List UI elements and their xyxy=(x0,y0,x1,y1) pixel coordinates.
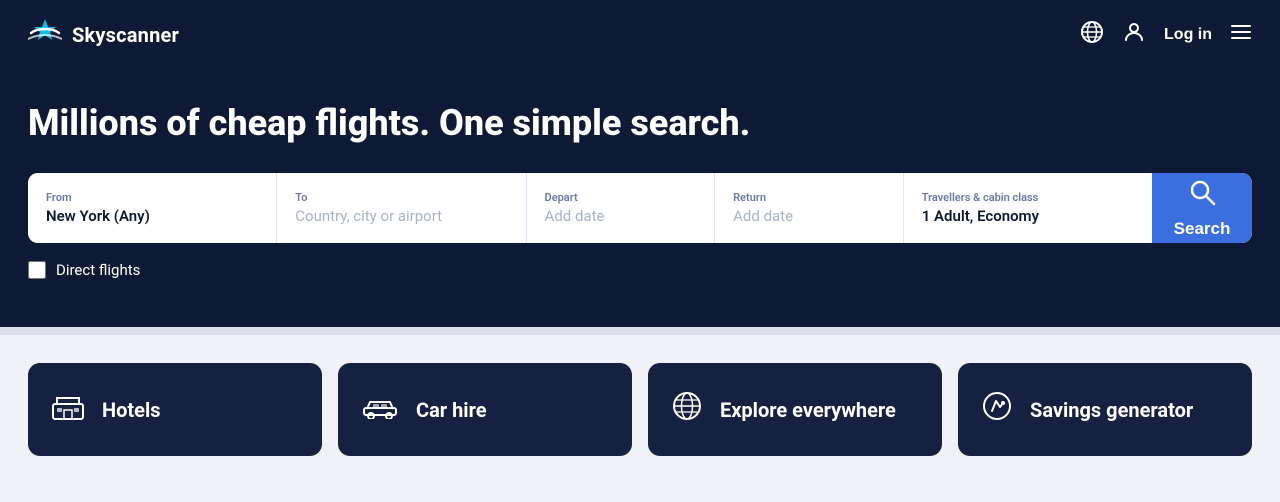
direct-flights-label: Direct flights xyxy=(56,261,140,279)
navbar: Skyscanner Log in xyxy=(0,0,1280,70)
search-button-label: Search xyxy=(1174,219,1231,239)
savings-icon xyxy=(982,391,1012,428)
direct-flights-toggle[interactable]: Direct flights xyxy=(28,261,1252,279)
skyscanner-logo-icon xyxy=(28,19,62,52)
return-placeholder: Add date xyxy=(733,207,885,225)
savings-generator-card[interactable]: Savings generator xyxy=(958,363,1252,456)
depart-placeholder: Add date xyxy=(545,207,697,225)
brand-name: Skyscanner xyxy=(72,23,179,47)
car-icon xyxy=(362,393,398,426)
hotels-card[interactable]: Hotels xyxy=(28,363,322,456)
savings-generator-label: Savings generator xyxy=(1030,398,1193,422)
from-value: New York (Any) xyxy=(46,207,258,225)
cabin-value: 1 Adult, Economy xyxy=(922,207,1134,225)
user-account-icon[interactable] xyxy=(1122,20,1146,50)
car-hire-label: Car hire xyxy=(416,398,487,422)
logo-area: Skyscanner xyxy=(28,19,179,52)
return-label: Return xyxy=(733,191,885,204)
depart-label: Depart xyxy=(545,191,697,204)
explore-everywhere-label: Explore everywhere xyxy=(720,398,896,422)
direct-flights-checkbox[interactable] xyxy=(28,261,46,279)
explore-everywhere-card[interactable]: Explore everywhere xyxy=(648,363,942,456)
hamburger-menu-icon[interactable] xyxy=(1230,21,1252,49)
return-field[interactable]: Return Add date xyxy=(715,173,904,243)
section-divider xyxy=(0,327,1280,335)
hotels-label: Hotels xyxy=(102,398,161,422)
from-label: From xyxy=(46,191,258,204)
bottom-cards: Hotels Car hire Explore everywher xyxy=(0,335,1280,484)
login-button[interactable]: Log in xyxy=(1164,26,1212,44)
globe-icon[interactable] xyxy=(1080,20,1104,50)
search-bar: From New York (Any) To Country, city or … xyxy=(28,173,1252,243)
globe-explore-icon xyxy=(672,391,702,428)
car-hire-card[interactable]: Car hire xyxy=(338,363,632,456)
hotel-icon xyxy=(52,392,84,427)
hero-title: Millions of cheap flights. One simple se… xyxy=(28,102,1252,145)
cabin-class-field[interactable]: Travellers & cabin class 1 Adult, Econom… xyxy=(904,173,1152,243)
to-placeholder: Country, city or airport xyxy=(295,207,507,225)
to-label: To xyxy=(295,191,507,204)
navbar-actions: Log in xyxy=(1080,20,1252,50)
cabin-label: Travellers & cabin class xyxy=(922,191,1134,204)
from-field[interactable]: From New York (Any) xyxy=(28,173,277,243)
search-button[interactable]: Search xyxy=(1152,173,1252,243)
hero-section: Millions of cheap flights. One simple se… xyxy=(0,70,1280,327)
depart-field[interactable]: Depart Add date xyxy=(527,173,716,243)
search-icon xyxy=(1188,178,1216,213)
to-field[interactable]: To Country, city or airport xyxy=(277,173,526,243)
